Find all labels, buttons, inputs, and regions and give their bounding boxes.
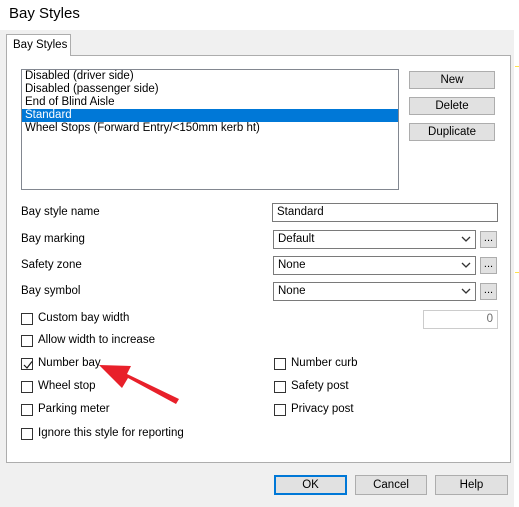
privacy-post-label: Privacy post xyxy=(291,403,354,415)
bay-symbol-select[interactable]: None xyxy=(273,282,476,301)
bay-marking-value: Default xyxy=(278,233,315,245)
bay-style-list[interactable]: Disabled (driver side) Disabled (passeng… xyxy=(21,69,399,190)
custom-bay-width-label: Custom bay width xyxy=(38,312,130,324)
bay-symbol-label: Bay symbol xyxy=(21,285,81,297)
bay-marking-select[interactable]: Default xyxy=(273,230,476,249)
ignore-reporting-label: Ignore this style for reporting xyxy=(38,427,184,439)
allow-width-increase-label: Allow width to increase xyxy=(38,334,155,346)
bay-marking-browse-button[interactable]: ... xyxy=(480,231,497,248)
checkbox-box[interactable] xyxy=(274,381,286,393)
checkbox-box[interactable] xyxy=(21,313,33,325)
checkbox-box[interactable] xyxy=(274,358,286,370)
help-button[interactable]: Help xyxy=(435,475,508,495)
checkbox-box[interactable] xyxy=(21,428,33,440)
title-bar: Bay Styles xyxy=(0,0,519,30)
chevron-down-icon xyxy=(461,262,471,268)
bay-symbol-value: None xyxy=(278,285,306,297)
list-item[interactable]: Disabled (driver side) xyxy=(22,70,398,83)
bay-symbol-browse-button[interactable]: ... xyxy=(480,283,497,300)
checkmark-icon xyxy=(23,361,33,369)
chevron-down-icon xyxy=(461,236,471,242)
checkbox-box[interactable] xyxy=(21,404,33,416)
list-item[interactable]: End of Blind Aisle xyxy=(22,96,398,109)
custom-width-input[interactable]: 0 xyxy=(423,310,498,329)
bay-styles-dialog: Bay Styles Bay Styles Disabled (driver s… xyxy=(0,0,519,507)
duplicate-button[interactable]: Duplicate xyxy=(409,123,495,141)
right-edge-strip xyxy=(514,30,519,507)
safety-post-label: Safety post xyxy=(291,380,349,392)
checkbox-box[interactable] xyxy=(21,335,33,347)
safety-zone-label: Safety zone xyxy=(21,259,82,271)
checkbox-box[interactable] xyxy=(21,358,33,370)
parking-meter-label: Parking meter xyxy=(38,403,110,415)
list-item[interactable]: Disabled (passenger side) xyxy=(22,83,398,96)
list-item[interactable]: Wheel Stops (Forward Entry/<150mm kerb h… xyxy=(22,122,398,135)
safety-zone-browse-button[interactable]: ... xyxy=(480,257,497,274)
list-item-selected[interactable]: Standard xyxy=(22,109,398,122)
number-bay-label: Number bay xyxy=(38,357,101,369)
wheel-stop-label: Wheel stop xyxy=(38,380,96,392)
bay-style-name-label: Bay style name xyxy=(21,206,100,218)
delete-button[interactable]: Delete xyxy=(409,97,495,115)
cancel-button[interactable]: Cancel xyxy=(355,475,427,495)
safety-zone-select[interactable]: None xyxy=(273,256,476,275)
dialog-title: Bay Styles xyxy=(9,5,80,22)
bay-style-name-input[interactable]: Standard xyxy=(272,203,498,222)
chevron-down-icon xyxy=(461,288,471,294)
ok-button[interactable]: OK xyxy=(274,475,347,495)
new-button[interactable]: New xyxy=(409,71,495,89)
number-curb-label: Number curb xyxy=(291,357,358,369)
checkbox-box[interactable] xyxy=(274,404,286,416)
bay-marking-label: Bay marking xyxy=(21,233,85,245)
tab-bay-styles[interactable]: Bay Styles xyxy=(6,34,71,56)
safety-zone-value: None xyxy=(278,259,306,271)
checkbox-box[interactable] xyxy=(21,381,33,393)
